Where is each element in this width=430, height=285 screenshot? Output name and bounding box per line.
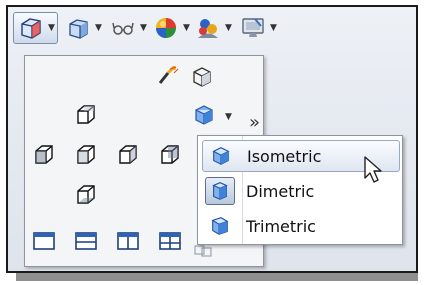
chevron-down-icon[interactable]: ▼ [225,112,232,122]
menu-item-label: Dimetric [246,181,315,201]
chevron-down-icon[interactable]: ▼ [140,23,147,33]
scene-icon [193,13,223,43]
heads-up-view-toolbar: ▼ ▼ ▼ ▼ ▼ ▼ [8,7,416,51]
right-view-icon[interactable] [113,140,143,170]
bottom-view-icon[interactable] [71,180,101,210]
standard-views-submenu: Isometric Dimetric Trimetric [197,135,403,245]
two-view-horizontal-icon[interactable] [71,226,101,256]
apply-scene-button[interactable]: ▼ [193,12,232,44]
edit-appearance-button[interactable]: ▼ [151,12,190,44]
chevron-down-icon[interactable]: ▼ [270,23,277,33]
monitor-icon [238,13,268,43]
display-style-button[interactable]: ▼ [63,12,102,44]
isometric-view-dropdown-icon[interactable] [189,100,219,130]
menu-item-label: Trimetric [246,216,316,236]
solidworks-view-toolbar-window: ▼ ▼ ▼ ▼ ▼ ▼ » ▼ Isometric Dimetric Trime… [6,5,418,273]
window-shadow-bar [16,273,418,281]
front-view-icon[interactable] [71,140,101,170]
camera-view-icon[interactable] [153,62,183,92]
isometric-cube-icon [203,140,239,172]
four-view-icon[interactable] [155,226,185,256]
single-view-icon[interactable] [29,226,59,256]
selected-indicator [205,177,235,205]
chevron-down-icon[interactable]: ▼ [95,23,102,33]
mouse-pointer-icon [364,156,382,183]
chevron-down-icon[interactable]: ▼ [48,23,55,33]
view-selector-cube-icon[interactable] [187,62,217,92]
shaded-box-icon [63,13,93,43]
trimetric-cube-icon [202,210,238,242]
back-view-icon[interactable] [155,140,185,170]
color-sphere-icon [151,13,181,43]
view-settings-button[interactable]: ▼ [238,12,277,44]
glasses-icon [108,13,138,43]
top-view-icon[interactable] [71,100,101,130]
menu-item-trimetric[interactable]: Trimetric [202,210,400,242]
more-views-chevron[interactable]: » [249,112,260,133]
two-view-vertical-icon[interactable] [113,226,143,256]
menu-item-label: Isometric [247,146,322,166]
dimetric-cube-icon [202,175,238,207]
chevron-down-icon[interactable]: ▼ [225,23,232,33]
chevron-down-icon[interactable]: ▼ [183,23,190,33]
hide-show-items-button[interactable]: ▼ [108,12,147,44]
view-orientation-button[interactable]: ▼ [13,12,58,44]
view-orientation-icon [16,13,46,43]
left-view-icon[interactable] [29,140,59,170]
